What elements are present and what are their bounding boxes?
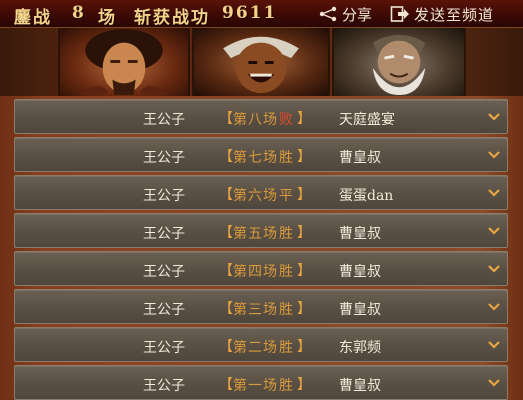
record-row[interactable]: 王公子 【 第一场 胜 】 曹皇叔 [14,365,508,400]
result-label: 胜 [279,150,293,166]
fight-count: 8 [72,3,86,23]
record-row[interactable]: 王公子 【 第五场 胜 】 曹皇叔 [14,213,508,248]
result-label: 胜 [279,226,293,242]
round-label: 第六场 [233,188,278,204]
chevron-down-icon[interactable] [487,264,501,274]
fight-label: 鏖战 [14,8,52,28]
player-name: 王公子 [143,264,185,280]
opponent-name: 曹皇叔 [339,302,381,318]
chevron-down-icon[interactable] [487,150,501,160]
player-name: 王公子 [143,188,185,204]
result-label: 胜 [279,264,293,280]
share-label: 分享 [342,5,373,24]
chevron-down-icon[interactable] [487,378,501,388]
field-label: 场 [98,8,117,28]
player-name: 王公子 [143,302,185,318]
bracket-right: 】 [297,263,311,279]
chevron-down-icon[interactable] [487,302,501,312]
bracket-right: 】 [297,225,311,241]
player-name: 王公子 [143,226,185,242]
bracket-left: 【 [219,225,233,241]
result-label: 胜 [279,340,293,356]
result-label: 胜 [279,302,293,318]
round-label: 第四场 [233,264,278,280]
share-icon [319,6,337,22]
merit-label: 斩获战功 [134,8,210,28]
battle-record-list: 王公子 【 第八场 败 】 天庭盛宴 王公子 【 第七场 胜 】 曹皇叔 王公子… [0,96,523,400]
bracket-right: 】 [297,111,311,127]
opponent-name: 蛋蛋dan [339,188,394,204]
round-label: 第二场 [233,340,278,356]
opponent-name: 曹皇叔 [339,226,381,242]
bracket-left: 【 [219,187,233,203]
record-row[interactable]: 王公子 【 第六场 平 】 蛋蛋dan [14,175,508,210]
bracket-left: 【 [219,301,233,317]
share-button[interactable]: 分享 [318,4,372,24]
record-row[interactable]: 王公子 【 第八场 败 】 天庭盛宴 [14,99,508,134]
record-row[interactable]: 王公子 【 第二场 胜 】 东郭频 [14,327,508,362]
old-sage-portrait-icon [332,28,466,96]
round-label: 第一场 [233,378,278,394]
bracket-left: 【 [219,111,233,127]
bracket-right: 】 [297,149,311,165]
bracket-right: 】 [297,377,311,393]
result-label: 胜 [279,378,293,394]
bracket-left: 【 [219,263,233,279]
opponent-name: 东郭频 [339,340,381,356]
opponent-name: 曹皇叔 [339,150,381,166]
round-label: 第八场 [233,112,278,128]
record-row[interactable]: 王公子 【 第四场 胜 】 曹皇叔 [14,251,508,286]
bracket-right: 】 [297,187,311,203]
chevron-down-icon[interactable] [487,340,501,350]
bracket-right: 】 [297,339,311,355]
chevron-down-icon[interactable] [487,188,501,198]
bracket-right: 】 [297,301,311,317]
merit-value: 9611 [222,3,278,23]
bracket-left: 【 [219,339,233,355]
opponent-name: 曹皇叔 [339,264,381,280]
round-label: 第七场 [233,150,278,166]
record-row[interactable]: 王公子 【 第三场 胜 】 曹皇叔 [14,289,508,324]
opponent-name: 曹皇叔 [339,378,381,394]
round-label: 第五场 [233,226,278,242]
round-label: 第三场 [233,302,278,318]
laughing-warrior-portrait-icon [192,28,330,96]
bracket-left: 【 [219,377,233,393]
send-to-channel-icon [390,6,409,22]
player-name: 王公子 [143,112,185,128]
send-to-channel-button[interactable]: 发送至频道 [390,4,494,24]
player-name: 王公子 [143,150,185,166]
chevron-down-icon[interactable] [487,226,501,236]
top-banner: 鏖战 8 场 斩获战功 9611 分享 发送至频道 [0,0,523,28]
result-label: 平 [279,188,293,204]
player-name: 王公子 [143,340,185,356]
record-row[interactable]: 王公子 【 第七场 胜 】 曹皇叔 [14,137,508,172]
warrior-portrait-icon [58,28,190,96]
bracket-left: 【 [219,149,233,165]
chevron-down-icon[interactable] [487,112,501,122]
send-to-channel-label: 发送至频道 [414,5,495,24]
result-label: 败 [279,112,293,128]
portrait-strip [0,28,523,96]
opponent-name: 天庭盛宴 [339,112,395,128]
player-name: 王公子 [143,378,185,394]
